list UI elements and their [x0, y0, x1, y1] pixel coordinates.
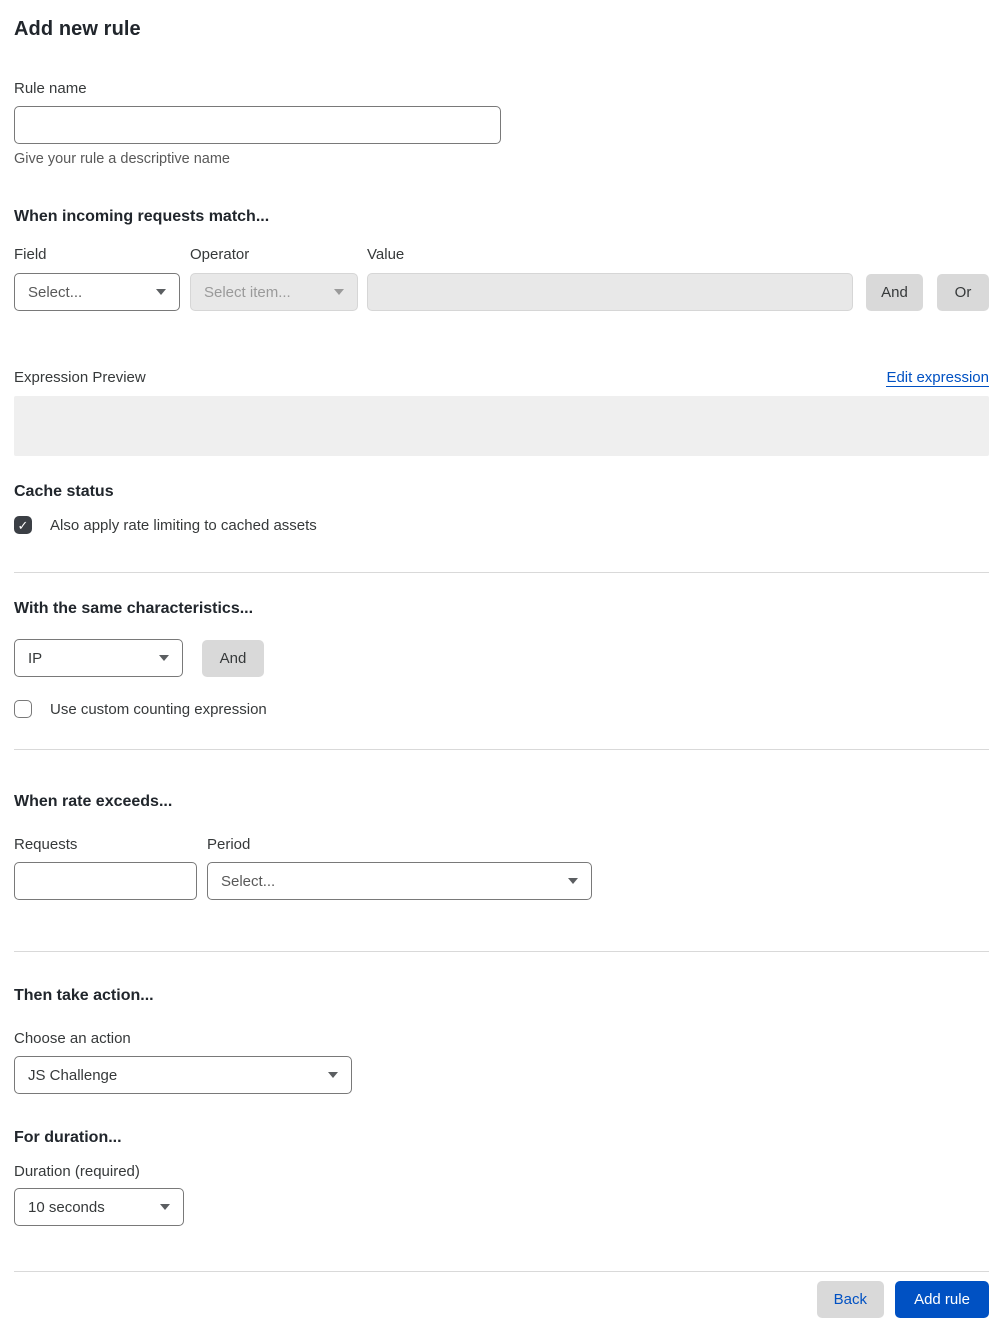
- back-button[interactable]: Back: [816, 1281, 884, 1318]
- chevron-down-icon: [159, 655, 169, 661]
- chevron-down-icon: [156, 289, 166, 295]
- chevron-down-icon: [160, 1204, 170, 1210]
- footer-divider: [14, 1271, 989, 1272]
- duration-select[interactable]: 10 seconds: [14, 1188, 184, 1226]
- characteristic-select-value: IP: [28, 649, 43, 667]
- edit-expression-link[interactable]: Edit expression: [886, 369, 989, 387]
- cached-assets-checkbox[interactable]: ✓: [14, 516, 32, 534]
- duration-label: Duration (required): [14, 1163, 140, 1180]
- section-divider: [14, 951, 989, 952]
- period-select-value: Select...: [221, 872, 276, 890]
- chevron-down-icon: [568, 878, 578, 884]
- action-select-value: JS Challenge: [28, 1066, 118, 1084]
- cache-status-checkbox-row: ✓ Also apply rate limiting to cached ass…: [14, 516, 989, 534]
- custom-counting-checkbox-label: Use custom counting expression: [50, 700, 267, 718]
- rule-name-input[interactable]: [14, 106, 501, 144]
- cached-assets-checkbox-label: Also apply rate limiting to cached asset…: [50, 516, 317, 534]
- period-select[interactable]: Select...: [207, 862, 592, 900]
- add-characteristic-button[interactable]: And: [202, 639, 264, 677]
- operator-label: Operator: [190, 246, 250, 263]
- expression-preview-header: Expression Preview Edit expression: [14, 369, 989, 387]
- match-builder-row: Field Select... Operator Select item... …: [14, 246, 989, 311]
- section-divider: [14, 572, 989, 573]
- rule-name-section: Rule name Give your rule a descriptive n…: [14, 80, 989, 167]
- counting-expression-row: Use custom counting expression: [14, 700, 989, 718]
- add-rule-form: Add new rule Rule name Give your rule a …: [0, 0, 1002, 1340]
- or-condition-button[interactable]: Or: [937, 274, 989, 311]
- expression-preview-label: Expression Preview: [14, 369, 146, 386]
- requests-label: Requests: [14, 836, 78, 853]
- chevron-down-icon: [328, 1072, 338, 1078]
- characteristics-row: IP And: [14, 639, 989, 677]
- footer-actions: Back Add rule: [14, 1281, 989, 1318]
- match-section-heading: When incoming requests match...: [14, 208, 270, 225]
- field-select[interactable]: Select...: [14, 273, 180, 311]
- page-title: Add new rule: [14, 18, 141, 40]
- value-label: Value: [367, 246, 405, 263]
- add-rule-button[interactable]: Add rule: [895, 1281, 989, 1318]
- field-select-value: Select...: [28, 283, 83, 301]
- requests-input[interactable]: [14, 862, 197, 900]
- duration-select-value: 10 seconds: [28, 1198, 105, 1216]
- value-input[interactable]: [367, 273, 853, 311]
- take-action-heading: Then take action...: [14, 987, 154, 1004]
- operator-select[interactable]: Select item...: [190, 273, 358, 311]
- section-divider: [14, 749, 989, 750]
- rate-row: Requests Period Select...: [14, 836, 989, 900]
- rule-name-label: Rule name: [14, 80, 87, 97]
- operator-select-value: Select item...: [204, 283, 291, 301]
- action-select[interactable]: JS Challenge: [14, 1056, 352, 1094]
- and-condition-button[interactable]: And: [866, 274, 923, 311]
- for-duration-heading: For duration...: [14, 1129, 122, 1146]
- expression-preview-box: [14, 396, 989, 456]
- rate-exceeds-heading: When rate exceeds...: [14, 793, 173, 810]
- characteristics-heading: With the same characteristics...: [14, 600, 254, 617]
- field-label: Field: [14, 246, 47, 263]
- rule-name-helper: Give your rule a descriptive name: [14, 151, 230, 167]
- characteristic-select[interactable]: IP: [14, 639, 183, 677]
- choose-action-label: Choose an action: [14, 1030, 131, 1047]
- period-label: Period: [207, 836, 251, 853]
- check-icon: ✓: [17, 517, 29, 533]
- cache-status-heading: Cache status: [14, 483, 114, 500]
- chevron-down-icon: [334, 289, 344, 295]
- custom-counting-checkbox[interactable]: [14, 700, 32, 718]
